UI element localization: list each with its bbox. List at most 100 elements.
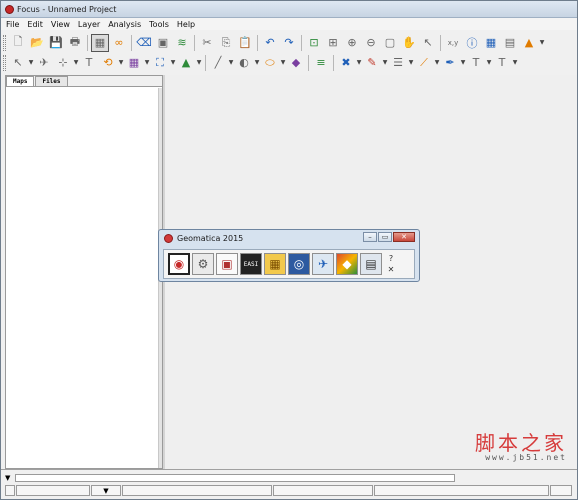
menu-layer[interactable]: Layer (78, 20, 100, 29)
chevron-down-icon[interactable]: ▼ (460, 59, 466, 66)
chevron-down-icon[interactable]: ▼ (382, 59, 388, 66)
delete-feature-icon[interactable]: ✖ (337, 54, 355, 72)
chevron-down-icon[interactable]: ▼ (512, 59, 518, 66)
select-icon[interactable]: ↖ (9, 54, 27, 72)
link-icon[interactable]: ∞ (110, 34, 128, 52)
zoom-in-icon[interactable]: ⊕ (343, 34, 361, 52)
toolbar-grip[interactable] (3, 54, 6, 71)
pointer-icon[interactable]: ↖ (419, 34, 437, 52)
table-icon[interactable]: ▦ (482, 34, 500, 52)
close-icon[interactable]: ✕ (386, 265, 396, 275)
chevron-down-icon[interactable]: ▼ (356, 59, 362, 66)
open-folder-icon[interactable]: 📂 (28, 34, 46, 52)
chevron-down-icon[interactable]: ▼ (228, 59, 234, 66)
move-icon[interactable]: ✈ (35, 54, 53, 72)
text-tool-icon[interactable]: T (80, 54, 98, 72)
status-cell (550, 485, 572, 496)
line-icon[interactable]: ╱ (209, 54, 227, 72)
redo-icon[interactable]: ↷ (280, 34, 298, 52)
cut-icon[interactable]: ✂ (198, 34, 216, 52)
fill-icon[interactable]: ⟋ (415, 54, 433, 72)
panel-tabs: Maps Files (6, 76, 162, 87)
line-style-icon[interactable]: ☰ (389, 54, 407, 72)
zoom-layer-icon[interactable]: ▢ (381, 34, 399, 52)
menu-tools[interactable]: Tools (149, 20, 169, 29)
help-icon[interactable]: ? (386, 254, 396, 264)
print-icon[interactable]: 🖶 (66, 34, 84, 52)
geomatica-toolbar-window[interactable]: Geomatica 2015 – ▭ ✕ ◉ ⚙ ▣ EASI ▦ ◎ ✈ ◆ … (158, 229, 420, 282)
new-file-icon[interactable]: 🗋 (9, 34, 27, 52)
chevron-down-icon[interactable]: ▼ (73, 59, 79, 66)
watermark-logo: 脚本之家 www.jb51.net (433, 427, 573, 467)
pen-icon[interactable]: ✎ (363, 54, 381, 72)
copy-icon[interactable]: ⎘ (217, 34, 235, 52)
geomatica-title-bar[interactable]: Geomatica 2015 – ▭ ✕ (159, 230, 419, 247)
chart-icon[interactable]: ▲ (520, 34, 538, 52)
chevron-down-icon[interactable]: ▼ (28, 59, 34, 66)
layer-stack-icon[interactable]: ≡ (312, 54, 330, 72)
menu-analysis[interactable]: Analysis (108, 20, 141, 29)
easi-console-icon[interactable]: EASI (240, 253, 262, 275)
easi-icon[interactable]: ▣ (216, 253, 238, 275)
pan-icon[interactable]: ✋ (400, 34, 418, 52)
edit-table-icon[interactable]: ▤ (501, 34, 519, 52)
imageworks-icon[interactable]: ◎ (288, 253, 310, 275)
chevron-down-icon[interactable]: ▼ (434, 59, 440, 66)
chevron-down-icon[interactable]: ▼ (486, 59, 492, 66)
ortho-icon[interactable]: ▦ (264, 253, 286, 275)
tab-files[interactable]: Files (35, 76, 68, 86)
chevron-down-icon[interactable]: ▼ (254, 59, 260, 66)
eraser-icon[interactable]: ⌫ (135, 34, 153, 52)
chevron-down-icon[interactable]: ▼ (118, 59, 124, 66)
title-bar[interactable]: Focus - Unnamed Project (1, 1, 577, 18)
contrast-icon[interactable]: ◐ (235, 54, 253, 72)
dem-icon[interactable]: ◆ (336, 253, 358, 275)
chevron-down-icon[interactable]: ▼ (5, 474, 15, 482)
layers-icon[interactable]: ≋ (173, 34, 191, 52)
chevron-down-icon[interactable]: ▼ (539, 39, 545, 46)
image-icon[interactable]: ▣ (154, 34, 172, 52)
rotate-icon[interactable]: ⟲ (99, 54, 117, 72)
minimize-button[interactable]: – (363, 232, 377, 242)
batch-icon[interactable]: ▤ (360, 253, 382, 275)
toolbar-grip[interactable] (3, 34, 6, 51)
undo-icon[interactable]: ↶ (261, 34, 279, 52)
info-icon[interactable]: ⓘ (463, 34, 481, 52)
font-color-icon[interactable]: T (467, 54, 485, 72)
map-view-icon[interactable]: ▦ (91, 33, 109, 52)
vertex-icon[interactable]: ⊹ (54, 54, 72, 72)
paste-icon[interactable]: 📋 (236, 34, 254, 52)
font-style-icon[interactable]: T (493, 54, 511, 72)
chevron-down-icon[interactable]: ▼ (144, 59, 150, 66)
shape-icon[interactable]: ⛶ (151, 54, 169, 72)
save-icon[interactable]: 💾 (47, 34, 65, 52)
polygon-icon[interactable]: ▲ (177, 54, 195, 72)
status-dropdown[interactable]: ▼ (91, 485, 121, 496)
tab-maps[interactable]: Maps (6, 76, 35, 86)
menu-file[interactable]: File (6, 20, 19, 29)
window-title: Focus - Unnamed Project (17, 4, 117, 14)
modeler-icon[interactable]: ⚙ (192, 253, 214, 275)
zoom-out-icon[interactable]: ⊖ (362, 34, 380, 52)
grid-select-icon[interactable]: ▦ (125, 54, 143, 72)
chevron-down-icon[interactable]: ▼ (196, 59, 202, 66)
status-cell (122, 485, 272, 496)
chevron-down-icon[interactable]: ▼ (408, 59, 414, 66)
close-button[interactable]: ✕ (393, 232, 415, 242)
geomatica-logo-icon (164, 234, 173, 243)
coordinate-icon[interactable]: x,y (444, 34, 462, 52)
menu-help[interactable]: Help (177, 20, 195, 29)
geomatica-title: Geomatica 2015 (177, 234, 244, 243)
focus-eye-icon[interactable]: ◉ (168, 253, 190, 275)
zoom-box-icon[interactable]: ⊞ (324, 34, 342, 52)
symbol-icon[interactable]: ◆ (287, 54, 305, 72)
zoom-extent-icon[interactable]: ⊡ (305, 34, 323, 52)
chevron-down-icon[interactable]: ▼ (280, 59, 286, 66)
menu-view[interactable]: View (51, 20, 70, 29)
satellite-icon[interactable]: ✈ (312, 253, 334, 275)
chevron-down-icon[interactable]: ▼ (170, 59, 176, 66)
maximize-button[interactable]: ▭ (378, 232, 392, 242)
menu-edit[interactable]: Edit (27, 20, 43, 29)
ellipse-icon[interactable]: ⬭ (261, 54, 279, 72)
brush-icon[interactable]: ✒ (441, 54, 459, 72)
